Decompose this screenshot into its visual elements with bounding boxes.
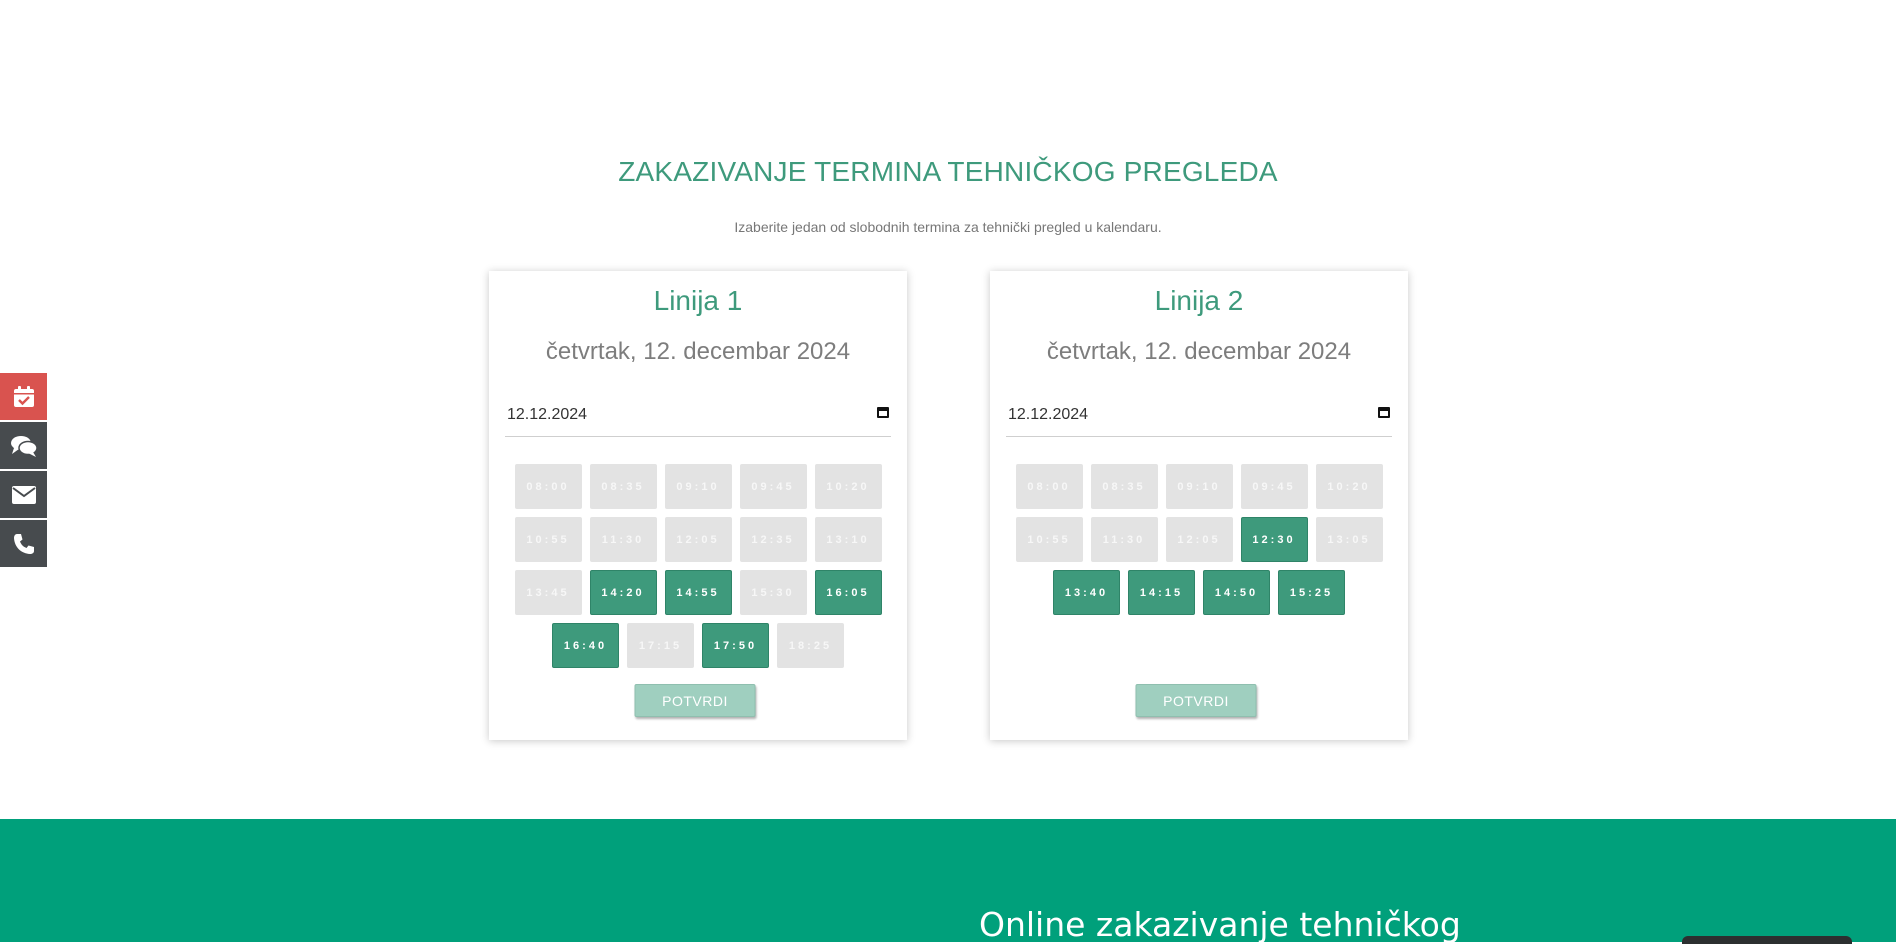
time-slot-button[interactable]: 16:05 bbox=[814, 570, 882, 615]
time-slot-button[interactable]: 13:05 bbox=[1315, 517, 1383, 562]
confirm-button[interactable]: POTVRDI bbox=[634, 684, 756, 717]
confirm-button[interactable]: POTVRDI bbox=[1135, 684, 1257, 717]
time-slot-button[interactable]: 14:15 bbox=[1128, 570, 1195, 615]
contact-sidebar bbox=[0, 373, 47, 569]
time-slot-button[interactable]: 12:35 bbox=[739, 517, 807, 562]
time-slot-button[interactable]: 09:10 bbox=[1165, 464, 1233, 509]
calendar-icon[interactable] bbox=[877, 407, 889, 418]
line-1-card: Linija 1 četvrtak, 12. decembar 2024 12.… bbox=[489, 271, 907, 740]
time-slot-button[interactable]: 12:05 bbox=[1165, 517, 1233, 562]
time-slot-button[interactable]: 09:45 bbox=[1240, 464, 1308, 509]
time-slot-button[interactable]: 10:20 bbox=[1315, 464, 1383, 509]
time-slot-button[interactable]: 14:50 bbox=[1203, 570, 1270, 615]
time-slot-button[interactable]: 09:45 bbox=[739, 464, 807, 509]
time-slot-button[interactable]: 15:30 bbox=[739, 570, 807, 615]
time-slot-button[interactable]: 12:30 bbox=[1240, 517, 1308, 562]
time-slot-button[interactable]: 10:55 bbox=[1015, 517, 1083, 562]
line-title: Linija 2 bbox=[1154, 285, 1244, 316]
time-slot-button[interactable]: 14:20 bbox=[589, 570, 657, 615]
envelope-icon bbox=[11, 485, 36, 504]
phone-button[interactable] bbox=[0, 520, 47, 567]
time-slot-button[interactable]: 08:35 bbox=[589, 464, 657, 509]
chat-button[interactable] bbox=[0, 422, 47, 469]
time-slot-button[interactable]: 14:55 bbox=[664, 570, 732, 615]
time-slot-button[interactable]: 11:30 bbox=[1090, 517, 1158, 562]
booking-button[interactable] bbox=[0, 373, 47, 420]
date-value: 12.12.2024 bbox=[507, 406, 588, 423]
email-button[interactable] bbox=[0, 471, 47, 518]
line-title: Linija 1 bbox=[653, 285, 743, 316]
time-slot-grid: 08:00 08:35 09:10 09:45 10:20 10:55 11:30 12:05… bbox=[506, 464, 890, 676]
time-slot-button[interactable]: 16:40 bbox=[552, 623, 619, 668]
time-slot-button[interactable]: 09:10 bbox=[664, 464, 732, 509]
selected-date-label: četvrtak, 12. decembar 2024 bbox=[545, 338, 851, 365]
time-slot-button[interactable]: 13:45 bbox=[514, 570, 582, 615]
time-slot-button[interactable]: 11:30 bbox=[589, 517, 657, 562]
calendar-icon[interactable] bbox=[1378, 407, 1390, 418]
chat-icon bbox=[10, 435, 38, 457]
date-value: 12.12.2024 bbox=[1008, 406, 1089, 423]
chat-widget-tab[interactable] bbox=[1682, 936, 1852, 944]
date-picker-input[interactable]: 12.12.2024 bbox=[1006, 404, 1392, 437]
time-slot-button[interactable]: 10:55 bbox=[514, 517, 582, 562]
phone-icon bbox=[13, 533, 34, 554]
time-slot-button[interactable]: 17:50 bbox=[702, 623, 769, 668]
time-slot-button[interactable]: 15:25 bbox=[1278, 570, 1345, 615]
time-slot-grid: 08:00 08:35 09:10 09:45 10:20 10:55 11:30 12:05… bbox=[1007, 464, 1391, 623]
page-subtitle: Izaberite jedan od slobodnih termina za … bbox=[734, 219, 1162, 235]
date-picker-input[interactable]: 12.12.2024 bbox=[505, 404, 891, 437]
footer-heading: Online zakazivanje tehničkog bbox=[979, 905, 1461, 944]
time-slot-button[interactable]: 13:10 bbox=[814, 517, 882, 562]
footer-section: Online zakazivanje tehničkog bbox=[0, 819, 1896, 944]
time-slot-button[interactable]: 12:05 bbox=[664, 517, 732, 562]
time-slot-button[interactable]: 13:40 bbox=[1053, 570, 1120, 615]
calendar-check-icon bbox=[13, 385, 34, 407]
time-slot-button[interactable]: 08:35 bbox=[1090, 464, 1158, 509]
time-slot-button[interactable]: 18:25 bbox=[777, 623, 844, 668]
time-slot-button[interactable]: 10:20 bbox=[814, 464, 882, 509]
time-slot-button[interactable]: 08:00 bbox=[514, 464, 582, 509]
line-2-card: Linija 2 četvrtak, 12. decembar 2024 12.… bbox=[990, 271, 1408, 740]
time-slot-button[interactable]: 08:00 bbox=[1015, 464, 1083, 509]
page-title: ZAKAZIVANJE TERMINA TEHNIČKOG PREGLEDA bbox=[618, 156, 1278, 187]
selected-date-label: četvrtak, 12. decembar 2024 bbox=[1046, 338, 1352, 365]
time-slot-button[interactable]: 17:15 bbox=[627, 623, 694, 668]
